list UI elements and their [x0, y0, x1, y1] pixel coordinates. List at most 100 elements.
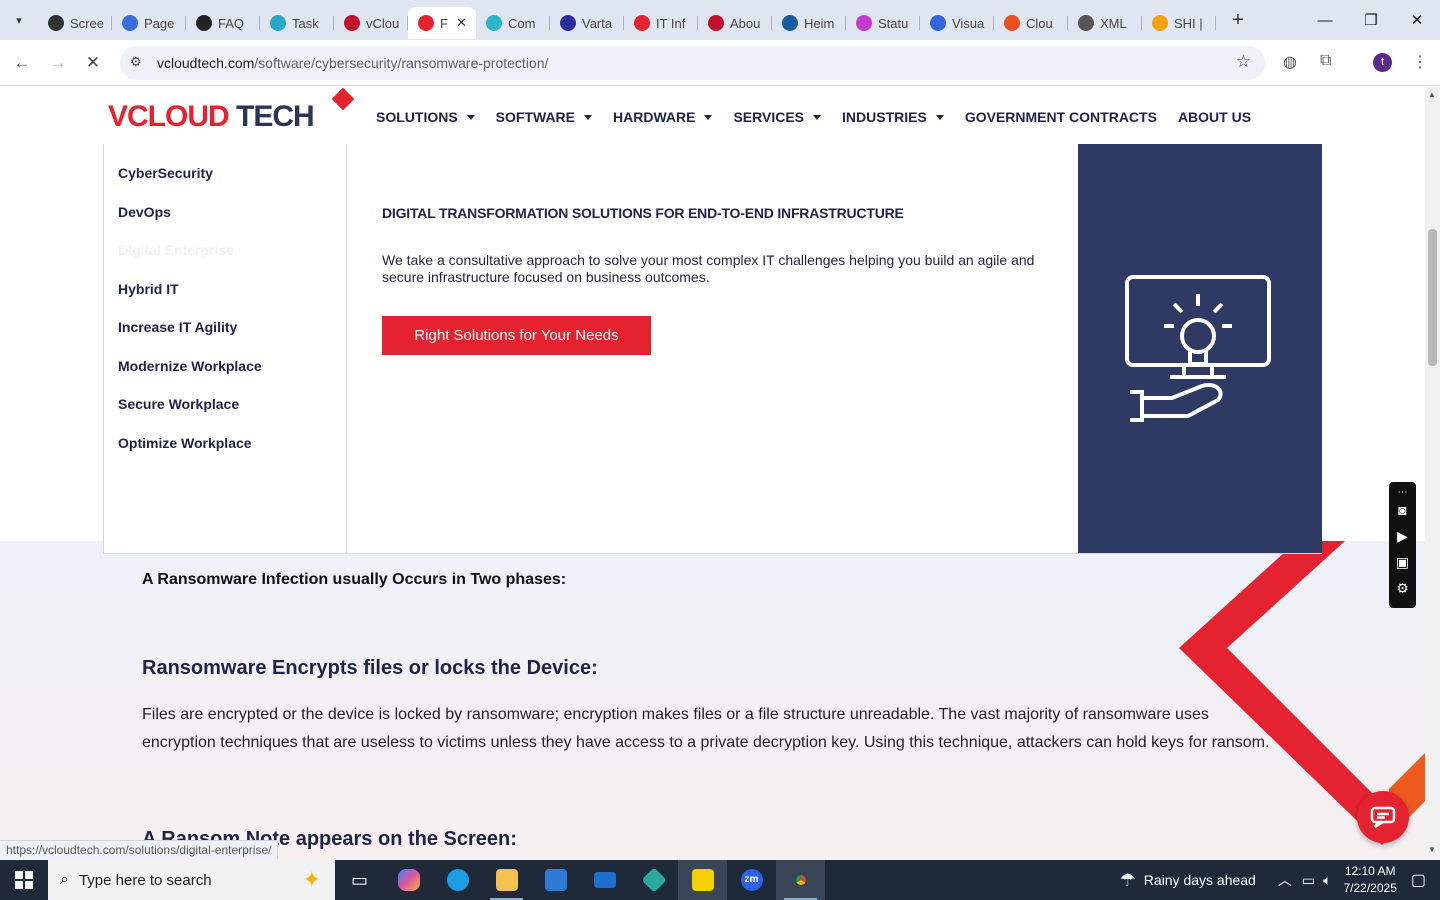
right-solutions-button[interactable]: Right Solutions for Your Needs: [382, 316, 651, 355]
mega-menu-item[interactable]: Digital Enterprise: [118, 242, 234, 258]
back-button[interactable]: ←: [9, 50, 35, 76]
stop-loading-button[interactable]: ✕: [80, 50, 106, 76]
file-explorer-app[interactable]: [482, 860, 531, 900]
nav-item-label: SERVICES: [733, 109, 805, 125]
tab-title: vClou: [366, 15, 400, 31]
zoom-icon: zm: [740, 869, 763, 891]
browser-tab[interactable]: F ✕: [408, 7, 476, 39]
menu-icon[interactable]: ⋮: [1412, 52, 1428, 72]
browser-tab[interactable]: Varta: [550, 7, 624, 39]
forward-button[interactable]: →: [45, 50, 71, 76]
browser-tab[interactable]: Page: [112, 7, 186, 39]
browser-tab[interactable]: Com: [476, 7, 550, 39]
sparkle-icon: ✦: [302, 867, 321, 892]
nav-item-government-contracts[interactable]: GOVERNMENT CONTRACTS: [965, 109, 1157, 125]
tab-title: F: [440, 15, 448, 31]
task-view-button[interactable]: ▭: [335, 860, 384, 900]
browser-tab[interactable]: Scree: [38, 7, 112, 39]
mega-menu-item[interactable]: Modernize Workplace: [118, 358, 262, 374]
browser-tab[interactable]: FAQ: [186, 7, 260, 39]
site-info-icon[interactable]: ⚙: [130, 54, 142, 70]
volume-icon[interactable]: 🔈︎: [1323, 872, 1331, 889]
nav-item-services[interactable]: SERVICES: [733, 109, 822, 125]
scroll-down-arrow-icon[interactable]: ▼: [1428, 845, 1436, 854]
tab-favicon-icon: [122, 15, 138, 31]
browser-tab[interactable]: XML: [1068, 7, 1142, 39]
notifications-icon[interactable]: ▢: [1411, 870, 1426, 890]
store-app[interactable]: [531, 860, 580, 900]
video-icon[interactable]: ▶: [1394, 528, 1411, 545]
capture-toolbar: ⋯ ◙ ▶ ▣ ⚙: [1389, 482, 1416, 608]
tray-chevron-icon[interactable]: ︿: [1278, 870, 1292, 890]
profile-avatar[interactable]: t: [1373, 53, 1392, 72]
tab-title: FAQ: [218, 15, 245, 31]
chrome-icon: [790, 869, 812, 891]
browser-tab[interactable]: SHI |: [1142, 7, 1216, 39]
bookmark-star-icon[interactable]: ☆: [1236, 52, 1251, 72]
nav-item-solutions[interactable]: SOLUTIONS: [376, 109, 475, 125]
tab-close-icon[interactable]: ✕: [456, 15, 467, 31]
nav-item-hardware[interactable]: HARDWARE: [613, 109, 713, 125]
browser-tab-strip: ▾ Scree Page FAQ Task vClou F ✕ Com Varta IT Inf A…: [0, 0, 1440, 40]
folder-icon: [495, 869, 518, 891]
browser-tab[interactable]: vClou: [334, 7, 408, 39]
nav-item-about-us[interactable]: ABOUT US: [1178, 109, 1251, 125]
close-window-button[interactable]: ✕: [1394, 0, 1440, 40]
copilot-app[interactable]: [384, 860, 433, 900]
zoom-app[interactable]: zm: [727, 860, 776, 900]
weather-text[interactable]: Rainy days ahead: [1144, 872, 1256, 888]
caret-down-icon: [584, 114, 593, 120]
browser-tab[interactable]: Statu: [846, 7, 920, 39]
nav-item-software[interactable]: SOFTWARE: [496, 109, 593, 125]
mega-menu-item[interactable]: DevOps: [118, 204, 171, 220]
caret-down-icon: [704, 114, 713, 120]
browser-tab[interactable]: Heim: [772, 7, 846, 39]
extensions-icon[interactable]: ⧉: [1320, 52, 1331, 70]
task-view-icon: ▭: [350, 869, 368, 890]
mega-menu-item[interactable]: Hybrid IT: [118, 281, 179, 297]
mega-menu-item[interactable]: CyberSecurity: [118, 165, 213, 181]
camera-icon[interactable]: ◙: [1394, 502, 1411, 519]
edge-icon: [446, 869, 469, 891]
tab-search-button[interactable]: ▾: [0, 0, 38, 40]
teal-app[interactable]: [629, 860, 678, 900]
scroll-up-arrow-icon[interactable]: ▲: [1428, 90, 1436, 99]
clock[interactable]: 12:10 AM 7/22/2025: [1343, 863, 1396, 897]
gallery-icon[interactable]: ▣: [1394, 554, 1411, 571]
browser-tab[interactable]: Clou: [994, 7, 1068, 39]
sticky-notes-app[interactable]: [678, 860, 727, 900]
browser-tab[interactable]: Abou: [698, 7, 772, 39]
url-text[interactable]: vcloudtech.com/software/cybersecurity/ra…: [157, 55, 548, 71]
mega-menu-item[interactable]: Secure Workplace: [118, 396, 239, 412]
network-icon[interactable]: ▭: [1302, 872, 1315, 889]
more-icon[interactable]: ⋯: [1394, 484, 1411, 501]
chat-button[interactable]: [1357, 791, 1409, 843]
translate-icon[interactable]: ◍: [1283, 52, 1297, 72]
mega-menu-item[interactable]: Increase IT Agility: [118, 319, 237, 335]
copilot-icon: [397, 869, 420, 891]
browser-tab[interactable]: IT Inf: [624, 7, 698, 39]
mega-menu-description: We take a consultative approach to solve…: [382, 252, 1035, 285]
mail-icon: [593, 872, 616, 888]
taskbar-search[interactable]: ⌕ Type here to search ✦: [48, 860, 335, 900]
nav-item-industries[interactable]: INDUSTRIES: [842, 109, 944, 125]
edge-app[interactable]: [433, 860, 482, 900]
site-logo[interactable]: VCLOUD TECH: [108, 100, 315, 134]
windows-logo-icon: [15, 871, 33, 889]
restore-button[interactable]: ❐: [1348, 0, 1394, 40]
page-scrollbar[interactable]: ▲ ▼: [1425, 87, 1440, 860]
mail-app[interactable]: [580, 860, 629, 900]
browser-tab[interactable]: Task: [260, 7, 334, 39]
settings-gear-icon[interactable]: ⚙: [1394, 580, 1411, 597]
tab-title: Varta: [582, 15, 613, 31]
mega-menu-item[interactable]: Optimize Workplace: [118, 435, 252, 451]
new-tab-button[interactable]: +: [1220, 9, 1256, 32]
scrollbar-thumb[interactable]: [1428, 229, 1437, 366]
minimize-button[interactable]: —: [1302, 0, 1348, 40]
start-button[interactable]: [0, 860, 48, 900]
sticky-notes-icon: [691, 869, 714, 891]
caret-down-icon: [935, 114, 944, 120]
chrome-app[interactable]: [776, 860, 825, 900]
browser-tab[interactable]: Visua: [920, 7, 994, 39]
address-bar[interactable]: ⚙ vcloudtech.com/software/cybersecurity/…: [120, 46, 1265, 80]
